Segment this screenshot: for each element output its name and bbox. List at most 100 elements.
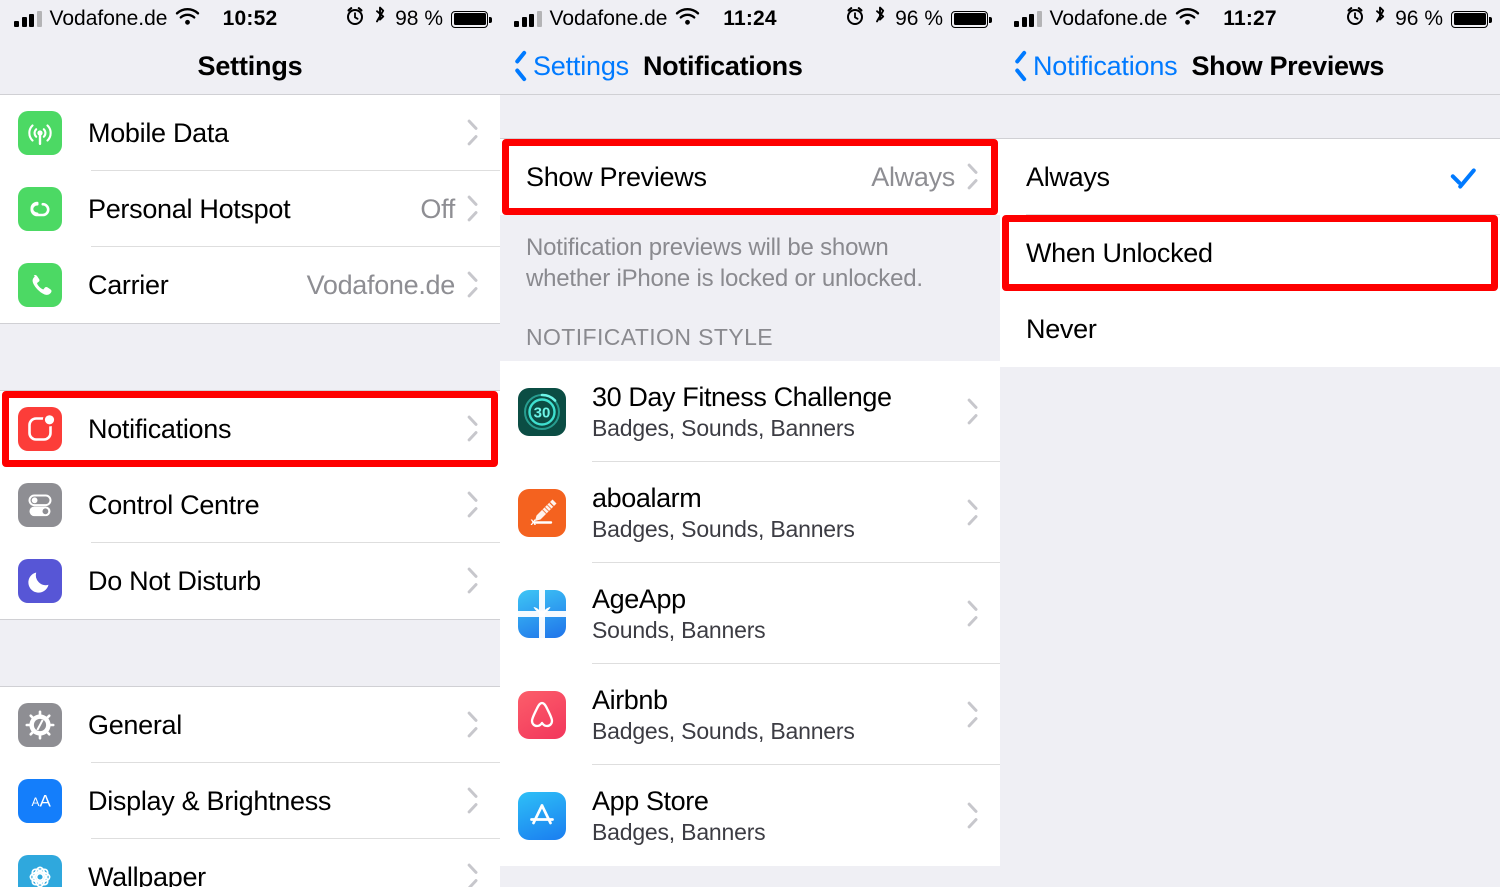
battery-icon xyxy=(451,10,492,28)
chevron-right-icon xyxy=(965,704,978,726)
chevron-right-icon xyxy=(965,166,978,188)
svg-text:A: A xyxy=(32,795,40,809)
option-when-unlocked[interactable]: When Unlocked xyxy=(1000,215,1500,291)
app-ageapp-icon xyxy=(518,589,566,638)
signal-bars-icon xyxy=(14,11,42,27)
page-title: Settings xyxy=(197,50,303,81)
top-spacer xyxy=(500,95,1000,139)
app-name: aboalarm xyxy=(592,482,702,513)
list-item[interactable]: 30 30 Day Fitness Challenge Badges, Soun… xyxy=(500,361,1000,463)
option-always[interactable]: Always xyxy=(1000,139,1500,215)
carrier-label: Vodafone.de xyxy=(549,7,668,30)
show-previews-footnote: Notification previews will be shown whet… xyxy=(500,215,1000,315)
sidebar-item-label: Mobile Data xyxy=(88,117,229,148)
status-bar-left: Vodafone.de xyxy=(1014,7,1200,32)
sidebar-item-notifications[interactable]: Notifications xyxy=(0,391,500,467)
sidebar-item-label: Carrier xyxy=(88,269,169,300)
page-title: Notifications xyxy=(642,50,803,81)
status-bar: Vodafone.de 10:52 98 % xyxy=(0,0,500,38)
back-button[interactable]: Notifications xyxy=(1000,51,1178,82)
battery-icon xyxy=(951,10,992,28)
app-name: App Store xyxy=(592,785,709,816)
sidebar-item-label: General xyxy=(88,709,182,740)
app-30-day-fitness-icon: 30 xyxy=(518,387,566,436)
screen-show-previews: Vodafone.de 11:27 96 % Notifications Sho… xyxy=(1000,0,1500,887)
list-item[interactable]: App Store Badges, Banners xyxy=(500,765,1000,867)
list-item-texts: Airbnb Badges, Sounds, Banners xyxy=(592,685,855,745)
notifications-icon xyxy=(18,407,62,451)
app-appstore-icon xyxy=(518,791,566,840)
svg-text:30: 30 xyxy=(534,404,551,421)
app-name: 30 Day Fitness Challenge xyxy=(592,381,892,412)
checkmark-icon xyxy=(1448,166,1476,188)
nav-bar: Settings Notifications xyxy=(500,38,1000,95)
option-never[interactable]: Never xyxy=(1000,291,1500,367)
status-bar-right: 96 % xyxy=(845,6,992,33)
app-alert-types: Badges, Sounds, Banners xyxy=(592,414,855,441)
wifi-icon xyxy=(675,7,700,32)
list-item[interactable]: AgeApp Sounds, Banners xyxy=(500,563,1000,665)
bluetooth-icon xyxy=(1373,6,1387,33)
app-alert-types: Sounds, Banners xyxy=(592,616,766,643)
nav-bar: Notifications Show Previews xyxy=(1000,38,1500,95)
app-alert-types: Badges, Sounds, Banners xyxy=(592,515,855,542)
chevron-right-icon xyxy=(965,401,978,423)
status-bar: Vodafone.de 11:27 96 % xyxy=(1000,0,1500,38)
nav-bar: Settings xyxy=(0,38,500,95)
sidebar-item-control-centre[interactable]: Control Centre xyxy=(0,467,500,543)
chevron-right-icon xyxy=(465,866,478,887)
signal-bars-icon xyxy=(1014,11,1042,27)
app-name: AgeApp xyxy=(592,583,686,614)
screen-settings: Vodafone.de 10:52 98 % Settings Mobile D… xyxy=(0,0,500,887)
svg-text:x: x xyxy=(531,517,537,528)
chevron-right-icon xyxy=(465,274,478,296)
chevron-left-icon xyxy=(1014,53,1029,79)
alarm-clock-icon xyxy=(345,6,365,32)
app-notification-list: 30 30 Day Fitness Challenge Badges, Soun… xyxy=(500,361,1000,867)
display-brightness-icon: A A xyxy=(18,779,62,823)
carrier-label: Vodafone.de xyxy=(1049,7,1168,30)
bluetooth-icon xyxy=(873,6,887,33)
sidebar-item-carrier[interactable]: Carrier Vodafone.de xyxy=(0,247,500,323)
sidebar-item-label: Display & Brightness xyxy=(88,785,332,816)
sidebar-item-general[interactable]: General xyxy=(0,687,500,763)
sidebar-item-label: Notifications xyxy=(88,413,232,444)
battery-icon xyxy=(1451,10,1492,28)
app-alert-types: Badges, Banners xyxy=(592,818,766,845)
signal-bars-icon xyxy=(514,11,542,27)
option-label: When Unlocked xyxy=(1026,237,1213,268)
general-gear-icon xyxy=(18,703,62,747)
battery-percent-label: 98 % xyxy=(395,7,443,30)
app-alert-types: Badges, Sounds, Banners xyxy=(592,717,855,744)
bluetooth-icon xyxy=(373,6,387,33)
wifi-icon xyxy=(1175,7,1200,32)
battery-percent-label: 96 % xyxy=(1395,7,1443,30)
app-aboalarm-icon: x xyxy=(518,488,566,537)
sidebar-item-personal-hotspot[interactable]: Personal Hotspot Off xyxy=(0,171,500,247)
mobile-data-icon xyxy=(18,111,62,155)
list-item-texts: 30 Day Fitness Challenge Badges, Sounds,… xyxy=(592,382,892,442)
show-previews-label: Show Previews xyxy=(526,161,707,192)
sidebar-item-mobile-data[interactable]: Mobile Data xyxy=(0,95,500,171)
sidebar-item-wallpaper[interactable]: Wallpaper xyxy=(0,839,500,887)
chevron-right-icon xyxy=(465,494,478,516)
option-label: Always xyxy=(1026,161,1110,192)
settings-group-connectivity: Mobile Data Personal Hotspot Off Carrier… xyxy=(0,95,500,323)
show-previews-row[interactable]: Show Previews Always xyxy=(500,139,1000,215)
sidebar-item-value: Off xyxy=(420,193,455,224)
list-item[interactable]: Airbnb Badges, Sounds, Banners xyxy=(500,664,1000,766)
chevron-right-icon xyxy=(965,805,978,827)
show-previews-value: Always xyxy=(871,161,955,192)
status-bar-right: 96 % xyxy=(1345,6,1492,33)
back-button[interactable]: Settings xyxy=(500,51,629,82)
personal-hotspot-icon xyxy=(18,187,62,231)
back-button-label: Settings xyxy=(533,50,629,81)
battery-percent-label: 96 % xyxy=(895,7,943,30)
sidebar-item-display-brightness[interactable]: A A Display & Brightness xyxy=(0,763,500,839)
chevron-left-icon xyxy=(514,53,529,79)
settings-group-notifications: Notifications Control Centre Do Not Dist… xyxy=(0,391,500,619)
svg-text:A: A xyxy=(40,792,52,811)
list-item[interactable]: x aboalarm Badges, Sounds, Banners xyxy=(500,462,1000,564)
sidebar-item-do-not-disturb[interactable]: Do Not Disturb xyxy=(0,543,500,619)
chevron-right-icon xyxy=(465,790,478,812)
